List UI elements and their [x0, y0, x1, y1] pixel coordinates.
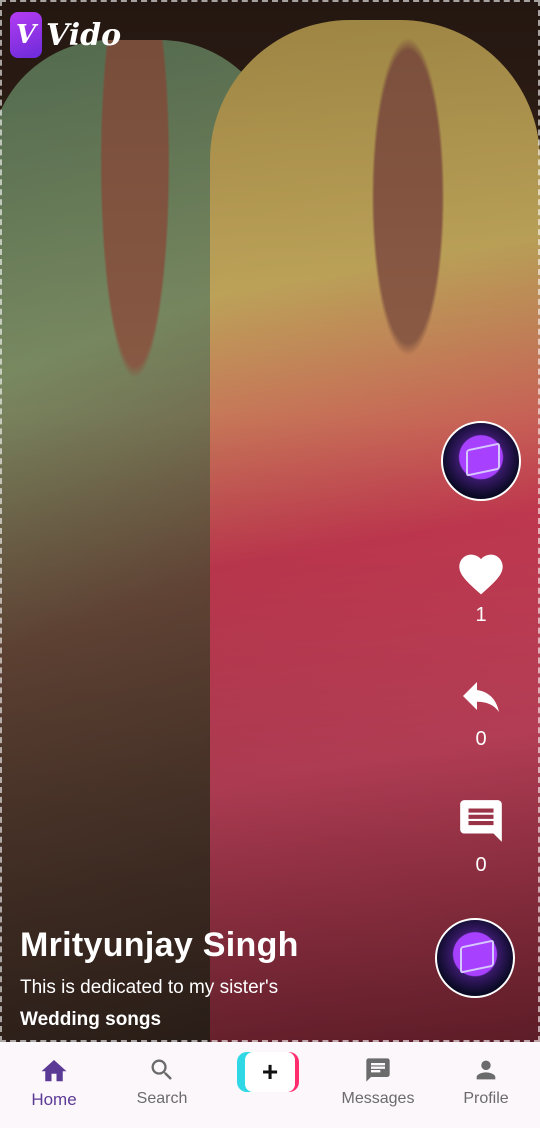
heart-icon: [459, 554, 503, 595]
device-icon: [465, 442, 501, 477]
nav-search-label: Search: [136, 1090, 188, 1107]
video-description: This is dedicated to my sister's: [20, 977, 279, 998]
device-icon: [459, 939, 495, 974]
nav-messages[interactable]: Messages: [324, 1042, 432, 1128]
comment-count: 0: [475, 854, 487, 876]
author-name[interactable]: Mrityunjay Singh: [20, 926, 420, 965]
share-count: 0: [475, 728, 487, 750]
video-feed-screen: V Vido 1 0 0 Mrityunjay Singh This is de…: [0, 0, 540, 1128]
nav-add-wrap: +: [216, 1042, 324, 1128]
creator-avatar[interactable]: [441, 421, 521, 501]
logo-badge-icon: V: [10, 12, 42, 58]
video-caption: Mrityunjay Singh This is dedicated to my…: [20, 926, 420, 1031]
like-button[interactable]: 1: [451, 548, 511, 627]
person-icon: [476, 1060, 496, 1080]
nav-profile[interactable]: Profile: [432, 1042, 540, 1128]
app-logo: V Vido: [10, 12, 121, 58]
like-count: 1: [475, 604, 487, 626]
sound-disc[interactable]: [435, 918, 515, 998]
add-video-button[interactable]: +: [237, 1052, 299, 1092]
logo-text: Vido: [46, 17, 122, 53]
song-tag[interactable]: Wedding songs: [20, 1009, 420, 1031]
nav-profile-label: Profile: [463, 1090, 509, 1107]
reply-arrow-icon: [463, 682, 499, 712]
comment-button[interactable]: 0: [451, 796, 511, 877]
nav-home-label: Home: [31, 1090, 77, 1109]
comment-icon: [460, 800, 502, 842]
nav-search[interactable]: Search: [108, 1042, 216, 1128]
share-button[interactable]: 0: [451, 680, 511, 751]
nav-messages-label: Messages: [341, 1090, 415, 1107]
home-icon: [41, 1060, 67, 1082]
video-player[interactable]: V Vido 1 0 0 Mrityunjay Singh This is de…: [0, 0, 540, 1042]
bottom-nav: Home Search + Messages Profile: [0, 1042, 540, 1128]
message-icon: [366, 1058, 390, 1082]
nav-home[interactable]: Home: [0, 1042, 108, 1128]
plus-icon: +: [245, 1052, 295, 1092]
search-icon: [151, 1059, 172, 1080]
video-shade: [0, 0, 540, 1042]
